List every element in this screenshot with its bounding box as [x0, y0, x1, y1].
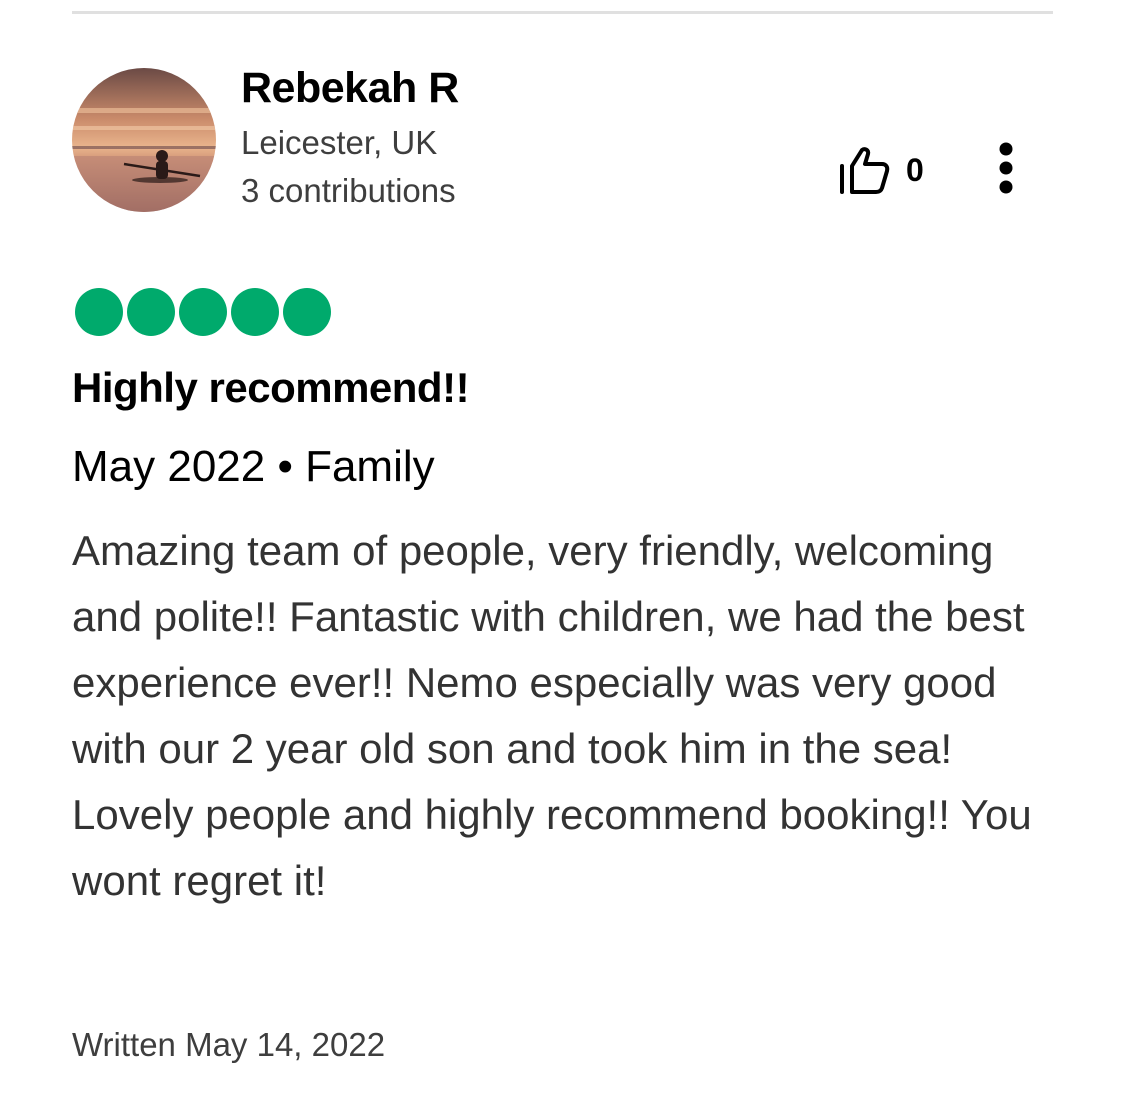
- review-title: Highly recommend!!: [72, 364, 470, 411]
- top-divider: [72, 11, 1053, 14]
- filled-rating-bubble: [231, 288, 279, 336]
- filled-rating-bubble: [127, 288, 175, 336]
- thumbs-up-icon: [838, 146, 890, 194]
- filled-rating-bubble: [179, 288, 227, 336]
- helpful-vote-button[interactable]: 0: [838, 140, 924, 200]
- reviewer-contributions: 3 contributions: [241, 172, 456, 209]
- rating-bubbles: [75, 288, 335, 336]
- avatar[interactable]: [72, 68, 216, 212]
- helpful-count: 0: [906, 151, 924, 188]
- more-options-button[interactable]: [988, 140, 1024, 200]
- review-body: Amazing team of people, very friendly, w…: [72, 527, 1032, 904]
- reviewer-name[interactable]: Rebekah R: [241, 64, 459, 113]
- filled-rating-bubble: [283, 288, 331, 336]
- more-options-icon: [988, 140, 1024, 200]
- filled-rating-bubble: [75, 288, 123, 336]
- review-date-type: May 2022 • Family: [72, 442, 435, 491]
- reviewer-location: Leicester, UK: [241, 124, 438, 161]
- written-date: Written May 14, 2022: [72, 1026, 386, 1063]
